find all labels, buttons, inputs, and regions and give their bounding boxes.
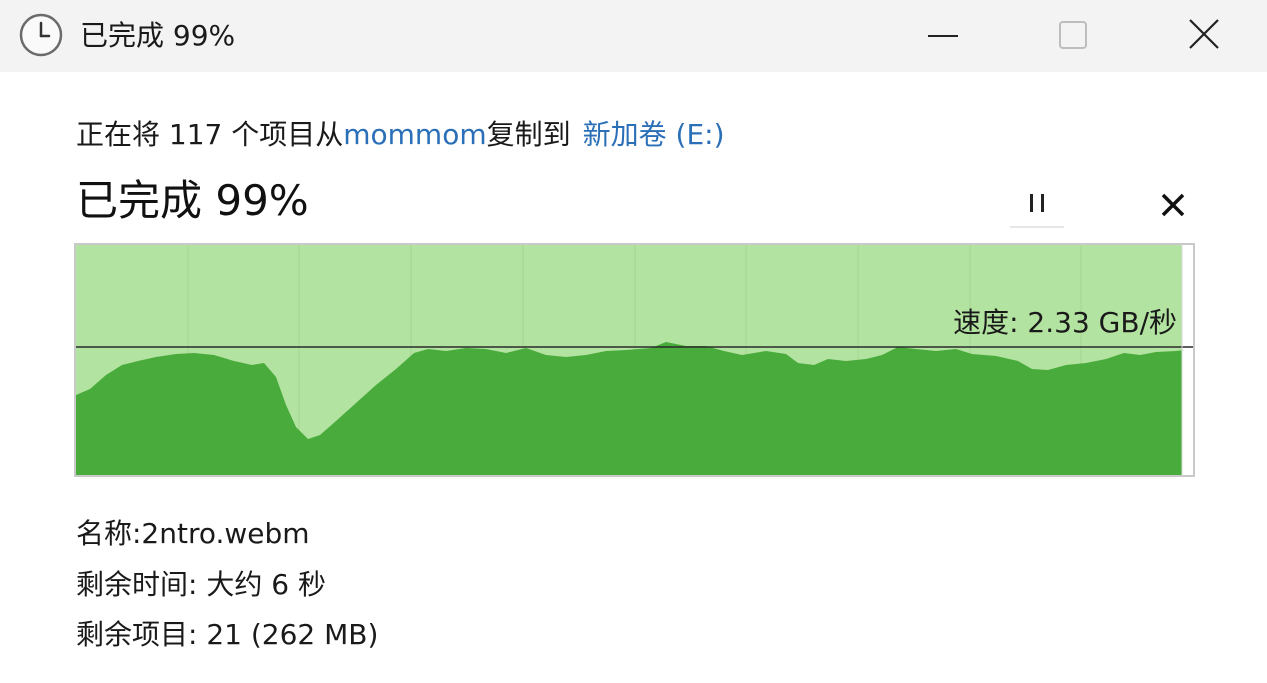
destination-link[interactable]: 新加卷 (E:) [583, 118, 725, 151]
maximize-icon [1059, 21, 1087, 49]
progress-status: 已完成 99% [76, 176, 309, 225]
copy-description: 正在将 117 个项目从mommom复制到 新加卷 (E:) [76, 113, 725, 153]
pause-icon [1030, 194, 1044, 212]
minimize-button[interactable] [908, 0, 980, 72]
close-icon [1189, 19, 1219, 49]
title-bar: 已完成 99% [0, 0, 1267, 72]
pause-button[interactable] [1010, 180, 1064, 228]
source-link[interactable]: mommom [343, 118, 486, 151]
transfer-speed-graph: 速度: 2.33 GB/秒 [74, 243, 1195, 477]
clock-icon [18, 12, 64, 58]
copy-prefix: 正在将 117 个项目从 [76, 118, 344, 151]
file-name: 名称:2ntro.webm [76, 517, 310, 550]
close-icon [1161, 193, 1185, 217]
items-remaining: 剩余项目: 21 (262 MB) [76, 618, 379, 651]
copy-middle: 复制到 [486, 118, 571, 151]
time-remaining: 剩余时间: 大约 6 秒 [76, 568, 326, 601]
minimize-icon [928, 35, 958, 37]
speed-graph-canvas [76, 245, 1193, 475]
speed-label: 速度: 2.33 GB/秒 [953, 306, 1177, 339]
close-button[interactable] [1168, 0, 1240, 72]
window-title: 已完成 99% [80, 19, 236, 52]
cancel-copy-button[interactable] [1150, 182, 1196, 228]
maximize-button[interactable] [1036, 0, 1108, 72]
